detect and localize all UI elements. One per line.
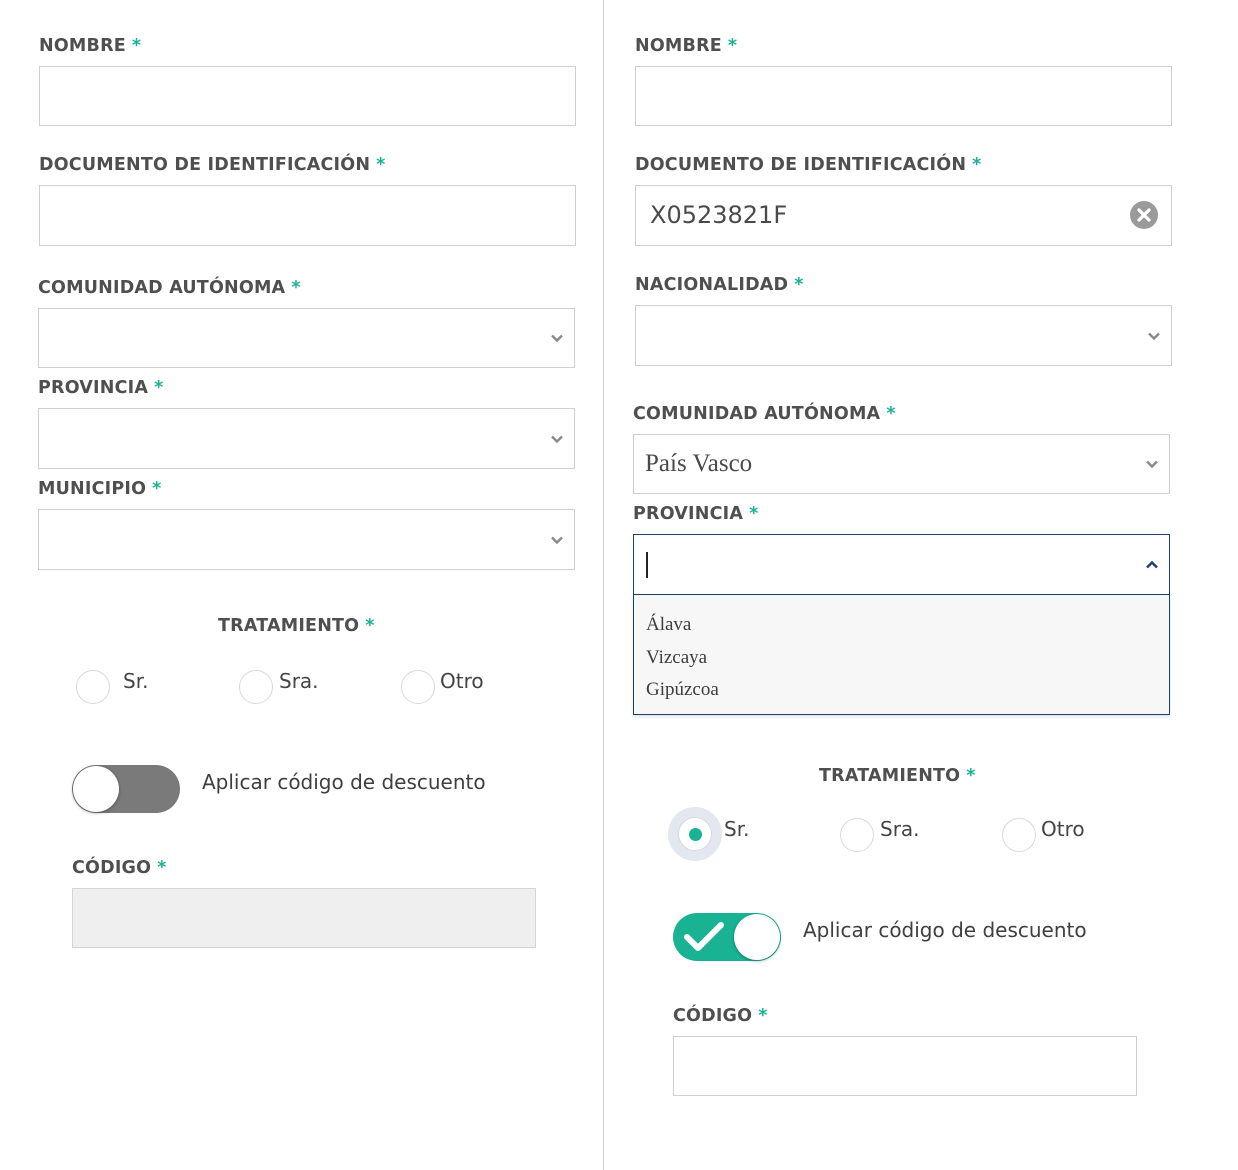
provincia-label: PROVINCIA * — [38, 378, 164, 398]
nacionalidad-label: NACIONALIDAD * — [635, 275, 804, 295]
provincia-label: PROVINCIA * — [633, 504, 759, 524]
nombre-label: NOMBRE * — [39, 36, 142, 56]
discount-toggle-label: Aplicar código de descuento — [202, 770, 486, 794]
nacionalidad-select[interactable] — [635, 305, 1172, 366]
discount-toggle[interactable] — [673, 913, 781, 961]
required-mark: * — [157, 858, 167, 878]
codigo-label: CÓDIGO * — [72, 858, 167, 878]
chevron-down-icon — [1147, 329, 1161, 343]
codigo-input[interactable] — [673, 1036, 1137, 1096]
required-mark: * — [152, 479, 162, 499]
radio-sra[interactable] — [239, 670, 273, 704]
dropdown-option[interactable]: Álava — [646, 614, 691, 636]
toggle-knob — [734, 914, 780, 960]
chevron-down-icon — [1145, 457, 1159, 471]
required-mark: * — [291, 278, 301, 298]
radio-otro-label: Otro — [1041, 817, 1085, 841]
radio-sra[interactable] — [840, 818, 874, 852]
required-mark: * — [727, 36, 738, 56]
documento-label: DOCUMENTO DE IDENTIFICACIÓN * — [635, 155, 982, 175]
documento-input[interactable] — [39, 185, 576, 246]
radio-otro-label: Otro — [440, 669, 484, 693]
check-icon — [682, 921, 726, 958]
nombre-input[interactable] — [39, 66, 576, 126]
dropdown-option[interactable]: Gipúzcoa — [646, 679, 719, 701]
text-cursor — [646, 552, 648, 578]
documento-value: X0523821F — [650, 201, 788, 229]
documento-label: DOCUMENTO DE IDENTIFICACIÓN * — [39, 155, 386, 175]
municipio-select[interactable] — [38, 509, 575, 570]
provincia-select[interactable] — [38, 408, 575, 469]
required-mark: * — [154, 378, 164, 398]
panel-divider — [603, 0, 604, 1170]
provincia-dropdown: Álava Vizcaya Gipúzcoa — [633, 595, 1170, 715]
radio-sr-label: Sr. — [123, 669, 149, 693]
required-mark: * — [886, 404, 896, 424]
radio-dot — [689, 828, 702, 841]
chevron-up-icon — [1145, 558, 1159, 572]
radio-otro[interactable] — [401, 670, 435, 704]
dropdown-option[interactable]: Vizcaya — [646, 647, 707, 669]
chevron-down-icon — [550, 331, 564, 345]
comunidad-select[interactable]: País Vasco — [633, 434, 1170, 494]
required-mark: * — [794, 275, 804, 295]
clear-icon[interactable] — [1130, 201, 1158, 229]
comunidad-select[interactable] — [38, 308, 575, 368]
tratamiento-label: TRATAMIENTO * — [819, 766, 976, 786]
required-mark: * — [365, 616, 375, 636]
required-mark: * — [749, 504, 759, 524]
comunidad-label: COMUNIDAD AUTÓNOMA * — [633, 404, 896, 424]
provincia-select-open[interactable] — [633, 534, 1170, 595]
codigo-input — [72, 888, 536, 948]
nombre-input[interactable] — [635, 66, 1172, 126]
comunidad-value: País Vasco — [645, 450, 753, 477]
required-mark: * — [131, 36, 142, 56]
radio-sra-label: Sra. — [279, 669, 319, 693]
discount-toggle[interactable] — [72, 765, 180, 813]
radio-sr-label: Sr. — [724, 817, 750, 841]
radio-sr-checked[interactable] — [678, 817, 712, 851]
chevron-down-icon — [550, 432, 564, 446]
required-mark: * — [758, 1006, 768, 1026]
documento-input[interactable]: X0523821F — [635, 185, 1172, 246]
radio-sr[interactable] — [76, 670, 110, 704]
municipio-label: MUNICIPIO * — [38, 479, 162, 499]
required-mark: * — [966, 766, 976, 786]
nombre-label: NOMBRE * — [635, 36, 738, 56]
discount-toggle-label: Aplicar código de descuento — [803, 918, 1087, 942]
toggle-knob — [73, 766, 119, 812]
required-mark: * — [376, 155, 386, 175]
tratamiento-label: TRATAMIENTO * — [218, 616, 375, 636]
radio-sra-label: Sra. — [880, 817, 920, 841]
codigo-label: CÓDIGO * — [673, 1006, 768, 1026]
radio-otro[interactable] — [1002, 818, 1036, 852]
required-mark: * — [972, 155, 982, 175]
chevron-down-icon — [550, 533, 564, 547]
comunidad-label: COMUNIDAD AUTÓNOMA * — [38, 278, 301, 298]
